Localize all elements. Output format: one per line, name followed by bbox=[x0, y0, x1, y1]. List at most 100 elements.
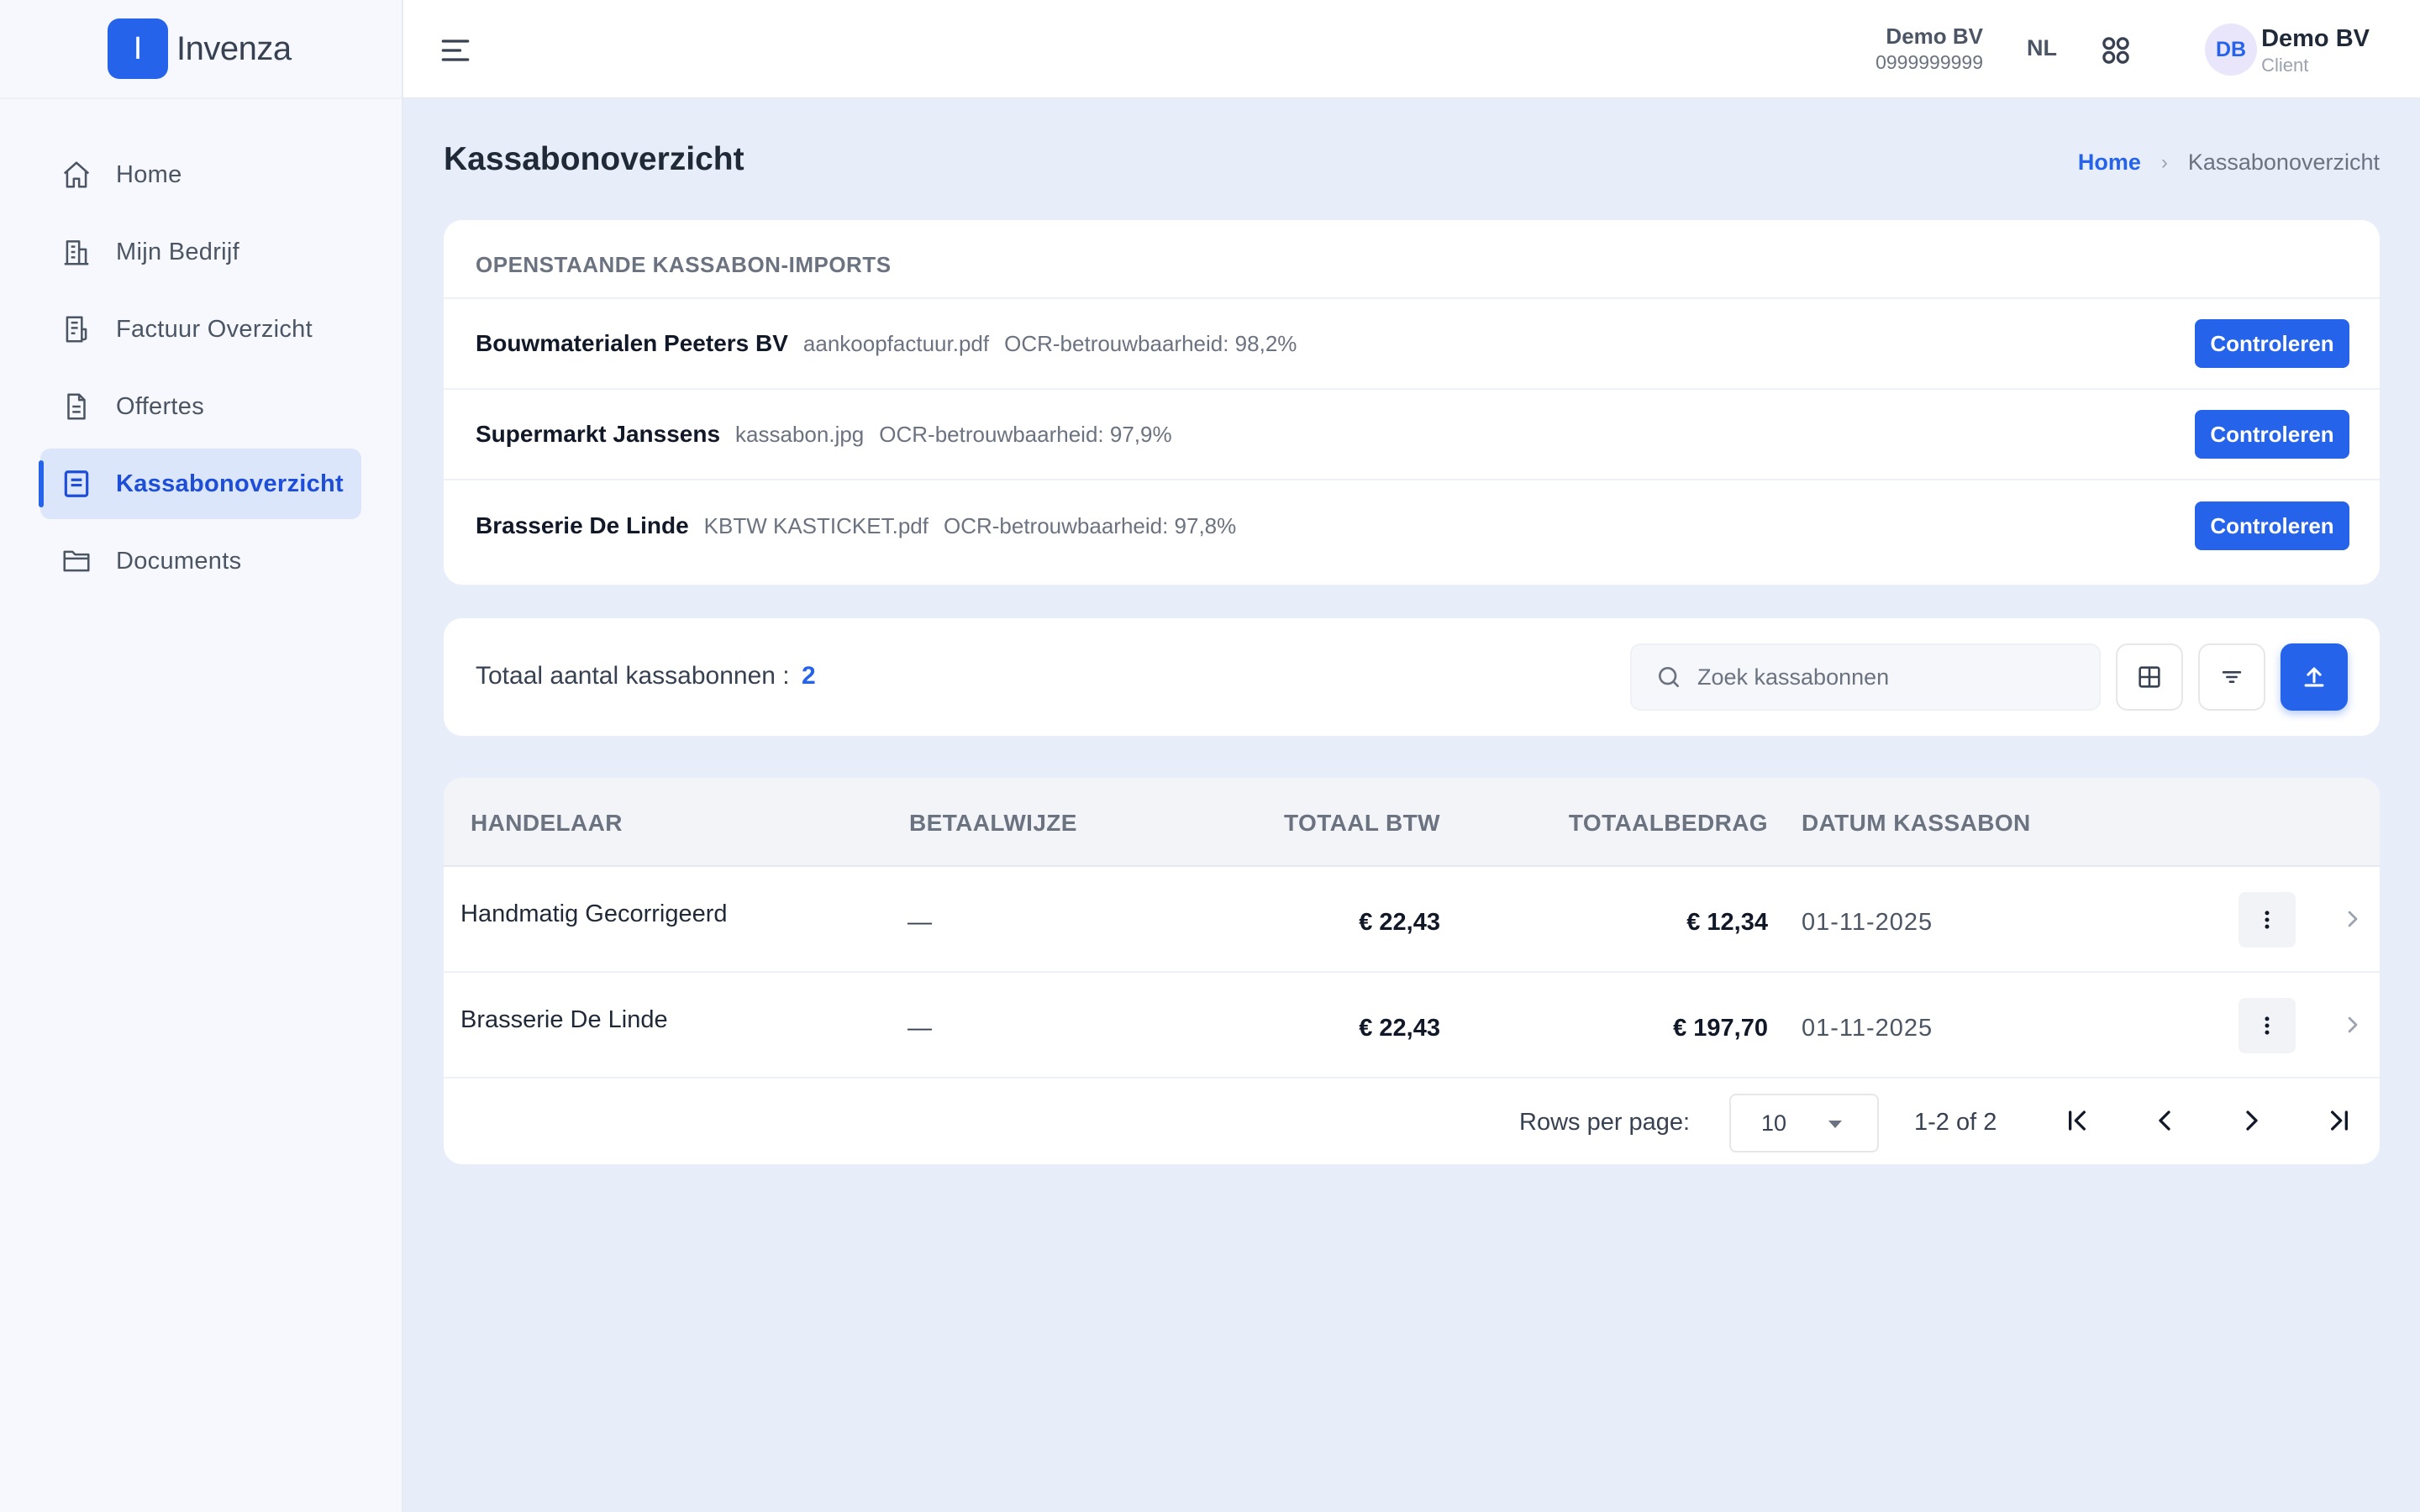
breadcrumb-home-link[interactable]: Home bbox=[2078, 150, 2141, 176]
import-file: aankoopfactuur.pdf bbox=[802, 330, 990, 356]
menu-toggle-button[interactable] bbox=[437, 32, 474, 69]
previous-page-button[interactable] bbox=[2148, 1104, 2181, 1137]
pagination-range: 1-2 of 2 bbox=[1914, 1109, 1997, 1136]
row-actions-button[interactable] bbox=[2238, 998, 2296, 1053]
pending-imports-card: OPENSTAANDE KASSABON-IMPORTS Bouwmateria… bbox=[444, 220, 2380, 585]
breadcrumb-current: Kassabonoverzicht bbox=[2187, 150, 2380, 175]
next-page-button[interactable] bbox=[2235, 1104, 2269, 1137]
sidebar-item-label: Mijn Bedrijf bbox=[116, 238, 240, 265]
more-vertical-icon bbox=[2265, 1016, 2270, 1035]
sidebar-item-factuur-overzicht[interactable]: Factuur Overzicht bbox=[40, 294, 361, 365]
more-vertical-icon bbox=[2265, 911, 2270, 929]
brand-name: Invenza bbox=[176, 29, 292, 67]
sidebar-nav: Home Mijn Bedrijf Factuur Overzicht Offe… bbox=[0, 99, 402, 596]
review-button[interactable]: Controleren bbox=[2195, 319, 2349, 368]
cell-date: 01-11-2025 bbox=[1802, 1015, 1933, 1042]
grid-view-button[interactable] bbox=[2116, 643, 2183, 711]
receipts-toolbar: Totaal aantal kassabonnen : 2 bbox=[444, 618, 2380, 736]
search-box[interactable] bbox=[1630, 643, 2101, 711]
company-name: Demo BV bbox=[1886, 24, 1983, 49]
cell-total: € 197,70 bbox=[1673, 1015, 1768, 1042]
import-merchant: Brasserie De Linde bbox=[476, 512, 689, 538]
row-actions-button[interactable] bbox=[2238, 892, 2296, 948]
cell-payment: — bbox=[908, 1015, 932, 1042]
brand[interactable]: I Invenza bbox=[0, 0, 402, 99]
import-ocr: OCR-betrouwbaarheid: 97,9% bbox=[879, 421, 1172, 447]
apps-button[interactable] bbox=[2097, 32, 2134, 69]
cell-payment: — bbox=[908, 909, 932, 936]
sidebar-item-mijn-bedrijf[interactable]: Mijn Bedrijf bbox=[40, 217, 361, 287]
sidebar-item-label: Offertes bbox=[116, 392, 205, 420]
cell-total: € 12,34 bbox=[1686, 909, 1768, 936]
pagination: Rows per page: 10 1-2 of 2 bbox=[444, 1079, 2380, 1163]
rows-per-page-select[interactable]: 10 bbox=[1729, 1094, 1879, 1152]
rows-per-page-label: Rows per page: bbox=[1519, 1109, 1691, 1136]
sidebar: I Invenza Home Mijn Bedrijf Factuur Over… bbox=[0, 0, 403, 1512]
chevron-right-icon[interactable] bbox=[2339, 1011, 2366, 1038]
total-receipts-label: Totaal aantal kassabonnen : bbox=[476, 662, 790, 690]
import-row: Bouwmaterialen Peeters BV aankoopfactuur… bbox=[444, 299, 2380, 390]
caret-down-icon bbox=[1828, 1121, 1842, 1128]
table-row[interactable]: Handmatig Gecorrigeerd — € 22,43 € 12,34… bbox=[444, 867, 2380, 973]
review-button[interactable]: Controleren bbox=[2195, 410, 2349, 459]
column-header-merchant[interactable]: HANDELAAR bbox=[471, 810, 623, 837]
import-merchant: Supermarkt Janssens bbox=[476, 421, 721, 447]
last-page-icon bbox=[2331, 1110, 2348, 1131]
invoice-icon bbox=[66, 316, 87, 343]
hamburger-icon bbox=[441, 39, 470, 61]
column-header-date[interactable]: DATUM KASSABON bbox=[1802, 810, 2031, 837]
total-receipts: Totaal aantal kassabonnen : 2 bbox=[476, 662, 816, 690]
cell-date: 01-11-2025 bbox=[1802, 909, 1933, 936]
language-selector[interactable]: NL bbox=[2027, 35, 2057, 61]
rows-per-page-value: 10 bbox=[1761, 1110, 1787, 1136]
top-header: Demo BV 0999999999 NL DB Demo BV Client bbox=[403, 0, 2420, 99]
search-input[interactable] bbox=[1697, 664, 2067, 690]
import-row: Supermarkt Janssens kassabon.jpg OCR-bet… bbox=[444, 390, 2380, 480]
cell-vat: € 22,43 bbox=[1359, 1015, 1440, 1042]
table-header: HANDELAAR BETAALWIJZE TOTAAL BTW TOTAALB… bbox=[444, 778, 2380, 867]
document-icon bbox=[67, 393, 86, 420]
import-merchant: Bouwmaterialen Peeters BV bbox=[476, 330, 788, 356]
import-file: kassabon.jpg bbox=[735, 421, 865, 447]
filter-icon bbox=[2222, 671, 2242, 683]
company-switcher[interactable]: Demo BV 0999999999 bbox=[1876, 24, 1983, 74]
upload-button[interactable] bbox=[2281, 643, 2348, 711]
receipt-icon bbox=[64, 470, 89, 497]
sidebar-item-documents[interactable]: Documents bbox=[40, 526, 361, 596]
import-ocr: OCR-betrouwbaarheid: 98,2% bbox=[1004, 330, 1297, 356]
chevron-right-icon[interactable] bbox=[2339, 906, 2366, 932]
first-page-icon bbox=[2069, 1110, 2086, 1131]
sidebar-item-offertes[interactable]: Offertes bbox=[40, 371, 361, 442]
review-button[interactable]: Controleren bbox=[2195, 501, 2349, 550]
user-role: Client bbox=[2261, 55, 2309, 76]
user-menu[interactable]: Demo BV Client bbox=[2261, 25, 2370, 76]
sidebar-item-kassabonoverzicht[interactable]: Kassabonoverzicht bbox=[39, 449, 361, 519]
sidebar-item-label: Kassabonoverzicht bbox=[116, 470, 345, 497]
building-icon bbox=[64, 240, 89, 265]
chevron-right-icon: › bbox=[2160, 150, 2168, 174]
column-header-total[interactable]: TOTAALBEDRAG bbox=[1569, 810, 1768, 837]
cell-merchant: Brasserie De Linde bbox=[460, 1006, 668, 1033]
grid-view-icon bbox=[2139, 666, 2160, 688]
import-row: Brasserie De Linde KBTW KASTICKET.pdf OC… bbox=[444, 480, 2380, 571]
column-header-vat[interactable]: TOTAAL BTW bbox=[1284, 810, 1440, 837]
brand-logo: I bbox=[108, 18, 168, 79]
import-ocr: OCR-betrouwbaarheid: 97,8% bbox=[943, 512, 1237, 538]
user-name: Demo BV bbox=[2261, 25, 2370, 52]
upload-icon bbox=[2304, 667, 2324, 687]
receipts-table: HANDELAAR BETAALWIJZE TOTAAL BTW TOTAALB… bbox=[444, 778, 2380, 1164]
total-receipts-count: 2 bbox=[801, 662, 816, 690]
search-icon bbox=[1659, 667, 1679, 687]
home-icon bbox=[63, 161, 90, 188]
chevron-right-icon bbox=[2246, 1110, 2258, 1131]
folder-icon bbox=[63, 550, 90, 572]
cell-merchant: Handmatig Gecorrigeerd bbox=[460, 900, 728, 927]
cell-vat: € 22,43 bbox=[1359, 909, 1440, 936]
filter-button[interactable] bbox=[2198, 643, 2265, 711]
last-page-button[interactable] bbox=[2323, 1104, 2356, 1137]
column-header-payment[interactable]: BETAALWIJZE bbox=[909, 810, 1077, 837]
first-page-button[interactable] bbox=[2060, 1104, 2094, 1137]
table-row[interactable]: Brasserie De Linde — € 22,43 € 197,70 01… bbox=[444, 973, 2380, 1079]
sidebar-item-home[interactable]: Home bbox=[40, 139, 361, 210]
avatar[interactable]: DB bbox=[2205, 24, 2257, 76]
